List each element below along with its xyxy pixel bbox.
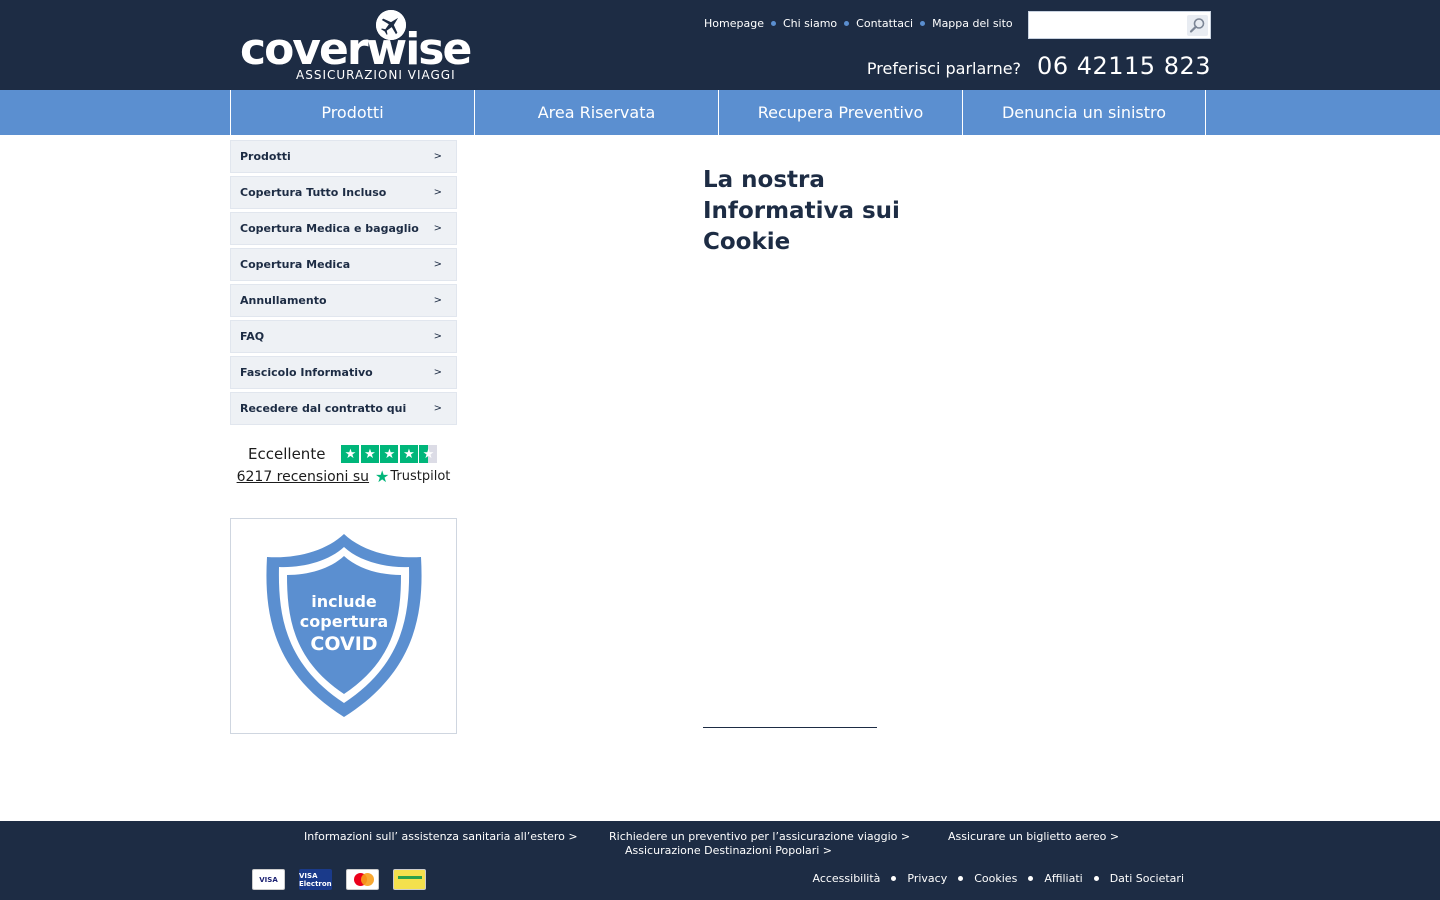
footer-link-accessibilita[interactable]: Accessibilità xyxy=(812,872,880,885)
footer-link-privacy[interactable]: Privacy xyxy=(907,872,947,885)
sidebar-item-label: Copertura Tutto Incluso xyxy=(240,186,387,199)
nav-item-area-riservata[interactable]: Area Riservata xyxy=(474,90,718,135)
logo-wordmark: coverwise xyxy=(240,24,472,75)
half-star-icon: ★ xyxy=(419,445,438,463)
separator-dot xyxy=(958,876,964,881)
site-footer: Informazioni sull’ assistenza sanitaria … xyxy=(0,821,1440,900)
separator-dot xyxy=(1028,876,1034,881)
sidebar-item-recedere[interactable]: Recedere dal contratto qui > xyxy=(230,392,457,425)
sidebar-menu: Prodotti > Copertura Tutto Incluso > Coper… xyxy=(230,140,457,428)
chevron-right-icon: > xyxy=(433,403,442,414)
covid-badge-line1: include xyxy=(311,592,377,611)
separator-dot xyxy=(1093,876,1099,881)
chevron-right-icon: > xyxy=(433,259,442,270)
chevron-right-icon: > xyxy=(433,331,442,342)
sidebar-item-label: Fascicolo Informativo xyxy=(240,366,373,379)
shield-icon: include copertura COVID xyxy=(266,534,422,717)
chevron-right-icon: > xyxy=(433,223,442,234)
chevron-right-icon: > xyxy=(433,187,442,198)
trustpilot-logo[interactable]: ★ Trustpilot xyxy=(375,467,450,486)
search-box xyxy=(1028,11,1211,39)
sidebar-item-prodotti[interactable]: Prodotti > xyxy=(230,140,457,173)
nav-item-recupera-preventivo[interactable]: Recupera Preventivo xyxy=(718,90,962,135)
top-links: Homepage Chi siamo Contattaci Mappa del … xyxy=(704,17,1013,30)
star-icon: ★ xyxy=(380,445,399,463)
sidebar-item-label: Prodotti xyxy=(240,150,291,163)
sidebar-item-label: Copertura Medica e bagaglio xyxy=(240,222,419,235)
star-icon: ★ xyxy=(360,445,379,463)
separator-dot xyxy=(891,876,897,881)
separator-dot xyxy=(770,21,776,26)
logo-subtitle: ASSICURAZIONI VIAGGI xyxy=(296,68,456,82)
footer-link-biglietto-aereo[interactable]: Assicurare un biglietto aereo > xyxy=(948,830,1119,843)
chevron-right-icon: > xyxy=(433,151,442,162)
payment-card-icon xyxy=(393,869,426,890)
footer-link-dati-societari[interactable]: Dati Societari xyxy=(1110,872,1184,885)
chevron-right-icon: > xyxy=(433,295,442,306)
sidebar-item-faq[interactable]: FAQ > xyxy=(230,320,457,353)
sidebar-item-medica[interactable]: Copertura Medica > xyxy=(230,248,457,281)
top-link-mappa-del-sito[interactable]: Mappa del sito xyxy=(932,17,1013,30)
nav-item-denuncia-sinistro[interactable]: Denuncia un sinistro xyxy=(962,90,1206,135)
trustpilot-stars: ★ ★ ★ ★ ★ xyxy=(341,445,439,463)
payment-cards: VISA VISA Electron xyxy=(252,869,440,890)
sidebar-item-label: Recedere dal contratto qui xyxy=(240,402,407,415)
search-icon xyxy=(1189,18,1205,33)
search-button[interactable] xyxy=(1187,15,1208,36)
covid-badge-line2: copertura xyxy=(300,612,388,631)
star-icon: ★ xyxy=(399,445,418,463)
coverwise-logo[interactable]: coverwise ASSICURAZIONI VIAGGI xyxy=(240,10,472,82)
visa-card-icon: VISA xyxy=(252,869,285,890)
mastercard-icon xyxy=(346,869,379,890)
main-nav: Prodotti Area Riservata Recupera Prevent… xyxy=(0,90,1440,135)
phone-contact: Preferisci parlarne? 06 42115 823 xyxy=(867,52,1211,80)
phone-label: Preferisci parlarne? xyxy=(866,59,1022,78)
visa-electron-card-icon: VISA Electron xyxy=(299,869,332,890)
separator-dot xyxy=(920,21,926,26)
chevron-right-icon: > xyxy=(433,367,442,378)
top-link-homepage[interactable]: Homepage xyxy=(704,17,764,30)
covid-coverage-badge[interactable]: include copertura COVID xyxy=(230,518,457,734)
trustpilot-widget: Eccellente ★ ★ ★ ★ ★ 6217 recensioni su … xyxy=(230,445,457,486)
footer-link-cookies[interactable]: Cookies xyxy=(974,872,1017,885)
top-link-contattaci[interactable]: Contattaci xyxy=(856,17,913,30)
trustpilot-star-icon: ★ xyxy=(375,467,390,486)
separator-dot xyxy=(844,21,850,26)
sidebar-item-fascicolo[interactable]: Fascicolo Informativo > xyxy=(230,356,457,389)
trustpilot-rating-label: Eccellente xyxy=(248,445,326,463)
content-divider xyxy=(703,727,877,728)
sidebar-item-annullamento[interactable]: Annullamento > xyxy=(230,284,457,317)
search-input[interactable] xyxy=(1031,14,1186,36)
sidebar-item-label: Copertura Medica xyxy=(240,258,351,271)
footer-link-destinazioni-popolari[interactable]: Assicurazione Destinazioni Popolari > xyxy=(625,844,832,857)
site-header: coverwise ASSICURAZIONI VIAGGI Homepage … xyxy=(0,0,1440,90)
sidebar-item-tutto-incluso[interactable]: Copertura Tutto Incluso > xyxy=(230,176,457,209)
sidebar-item-medica-bagaglio[interactable]: Copertura Medica e bagaglio > xyxy=(230,212,457,245)
sidebar-item-label: FAQ xyxy=(240,330,265,343)
footer-link-affiliati[interactable]: Affiliati xyxy=(1044,872,1082,885)
trustpilot-reviews-link[interactable]: 6217 recensioni su xyxy=(237,469,369,485)
top-link-chi-siamo[interactable]: Chi siamo xyxy=(783,17,837,30)
star-icon: ★ xyxy=(341,445,360,463)
covid-badge-line3: COVID xyxy=(310,633,377,655)
page-title: La nostra Informativa sui Cookie xyxy=(703,167,900,255)
footer-link-preventivo[interactable]: Richiedere un preventivo per l’assicuraz… xyxy=(609,830,910,843)
sidebar-item-label: Annullamento xyxy=(240,294,327,307)
phone-number[interactable]: 06 42115 823 xyxy=(1037,52,1211,80)
nav-item-prodotti[interactable]: Prodotti xyxy=(230,90,474,135)
footer-link-assistenza-sanitaria[interactable]: Informazioni sull’ assistenza sanitaria … xyxy=(304,830,578,843)
legal-links: Accessibilità Privacy Cookies Affiliati … xyxy=(812,872,1184,885)
